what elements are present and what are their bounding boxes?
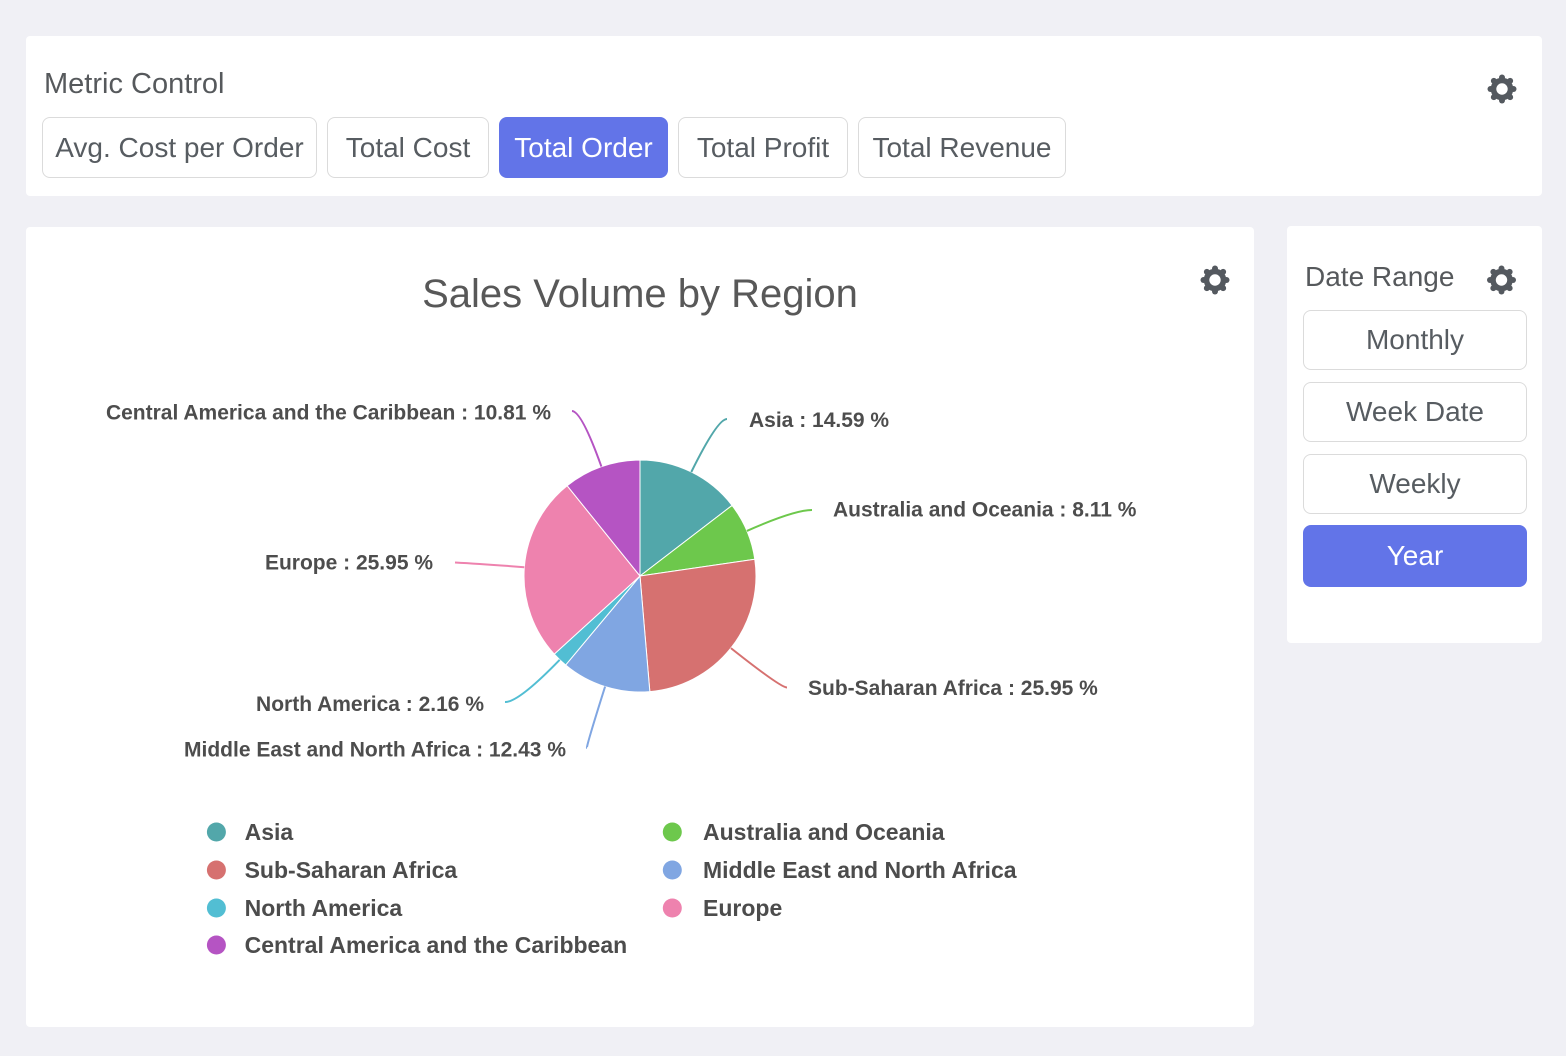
- svg-text:Asia : 14.59 %: Asia : 14.59 %: [749, 409, 889, 432]
- svg-text:Sub-Saharan Africa: Sub-Saharan Africa: [245, 857, 458, 883]
- svg-text:Middle East and North Africa :: Middle East and North Africa : 12.43 %: [184, 738, 566, 761]
- svg-text:North America: North America: [245, 895, 403, 921]
- svg-text:Europe: Europe: [703, 895, 782, 921]
- svg-text:Sub-Saharan Africa : 25.95 %: Sub-Saharan Africa : 25.95 %: [808, 677, 1098, 700]
- svg-text:Middle East and North Africa: Middle East and North Africa: [703, 857, 1017, 883]
- svg-text:Australia and Oceania: Australia and Oceania: [703, 819, 945, 845]
- svg-text:Europe : 25.95 %: Europe : 25.95 %: [265, 552, 433, 575]
- svg-text:North America : 2.16 %: North America : 2.16 %: [256, 693, 484, 716]
- svg-text:Central America and the Caribb: Central America and the Caribbean : 10.8…: [106, 401, 551, 424]
- svg-text:Central America and the Caribb: Central America and the Caribbean: [245, 932, 628, 958]
- svg-text:Asia: Asia: [245, 819, 294, 845]
- svg-text:Australia and Oceania : 8.11 %: Australia and Oceania : 8.11 %: [833, 499, 1137, 522]
